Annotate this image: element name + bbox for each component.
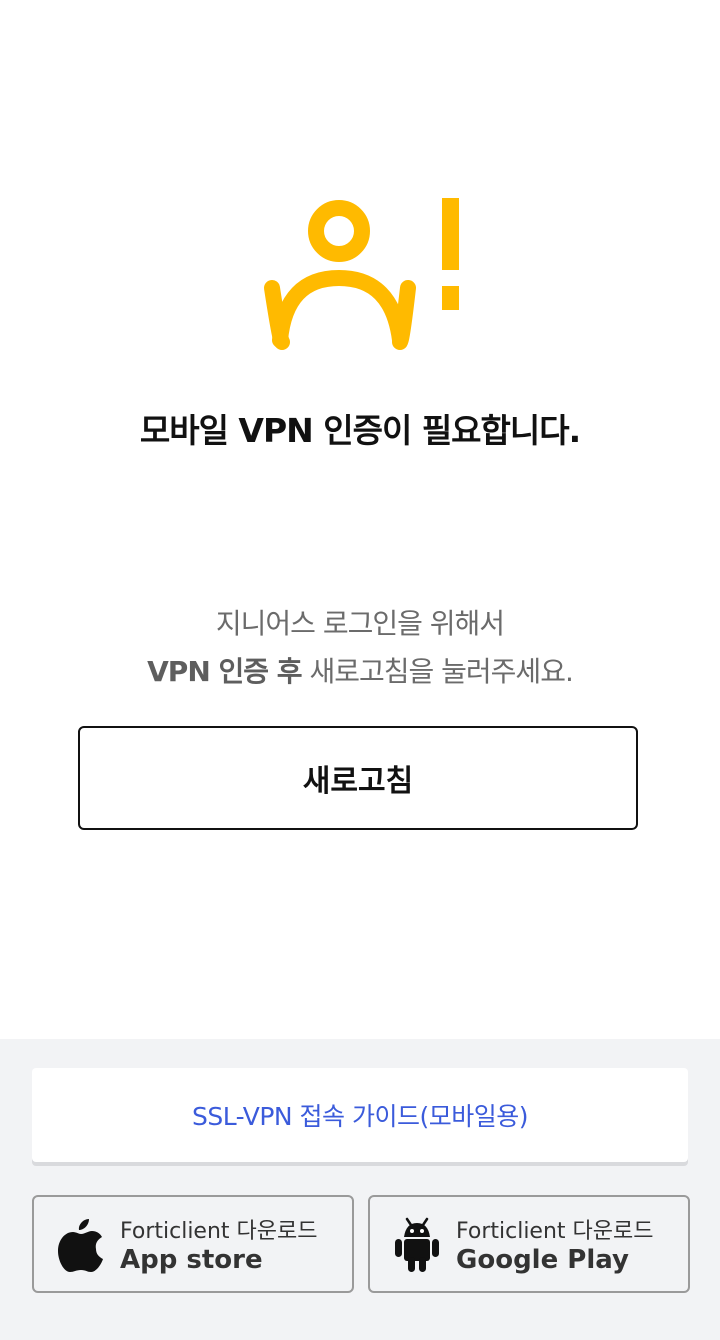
app-store-sub-label: Forticlient 다운로드 (120, 1219, 318, 1244)
google-play-download-button[interactable]: Forticlient 다운로드 Google Play (368, 1195, 690, 1293)
instruction-line-2: VPN 인증 후 새로고침을 눌러주세요. (0, 648, 720, 696)
instruction-text: 지니어스 로그인을 위해서 VPN 인증 후 새로고침을 눌러주세요. (0, 600, 720, 696)
footer: SSL-VPN 접속 가이드(모바일용) Forticlient 다운로드 Ap… (0, 1039, 720, 1340)
instruction-line-1: 지니어스 로그인을 위해서 (215, 607, 505, 640)
instruction-emphasis: VPN 인증 후 (147, 655, 302, 688)
vpn-guide-link[interactable]: SSL-VPN 접속 가이드(모바일용) (32, 1068, 688, 1162)
page-title: 모바일 VPN 인증이 필요합니다. (139, 411, 581, 450)
apple-icon (58, 1219, 103, 1272)
instruction-line-2-rest: 새로고침을 눌러주세요. (301, 655, 573, 688)
google-play-label: Google Play (456, 1245, 629, 1275)
refresh-button[interactable]: 새로고침 (78, 726, 638, 830)
android-icon (395, 1217, 439, 1272)
app-store-download-button[interactable]: Forticlient 다운로드 App store (32, 1195, 354, 1293)
google-play-sub-label: Forticlient 다운로드 (456, 1219, 654, 1244)
app-store-label: App store (120, 1245, 263, 1275)
person-alert-icon (264, 198, 459, 350)
page: 모바일 VPN 인증이 필요합니다. 지니어스 로그인을 위해서 VPN 인증 … (0, 0, 720, 1340)
